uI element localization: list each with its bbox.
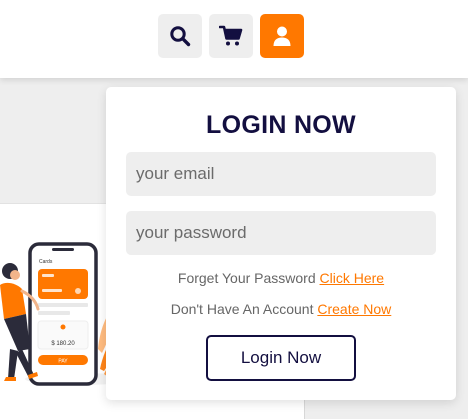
user-button[interactable] xyxy=(260,14,304,58)
forget-password-text: Forget Your Password Click Here xyxy=(106,270,456,286)
user-icon xyxy=(273,26,291,46)
email-field[interactable] xyxy=(126,152,436,196)
search-button[interactable] xyxy=(158,14,202,58)
create-account-text: Don't Have An Account Create Now xyxy=(106,301,456,317)
login-title: LOGIN NOW xyxy=(206,111,356,139)
no-account-label: Don't Have An Account xyxy=(170,301,318,317)
phone-screen-title: Cards xyxy=(39,259,53,265)
forget-password-label: Forget Your Password xyxy=(177,270,320,286)
shopping-cart-icon xyxy=(219,25,243,46)
create-now-link[interactable]: Create Now xyxy=(317,301,391,317)
phone-price: $ 180.20 xyxy=(51,341,75,347)
search-icon xyxy=(170,26,191,47)
login-form: LOGIN NOW Forget Your Password Click Her… xyxy=(106,87,456,400)
phone-pay-button-label: PAY xyxy=(58,359,68,365)
header-bar xyxy=(0,0,468,78)
password-field[interactable] xyxy=(126,211,436,255)
click-here-link[interactable]: Click Here xyxy=(320,270,385,286)
login-submit-button[interactable]: Login Now xyxy=(206,335,356,381)
cart-button[interactable] xyxy=(209,14,253,58)
